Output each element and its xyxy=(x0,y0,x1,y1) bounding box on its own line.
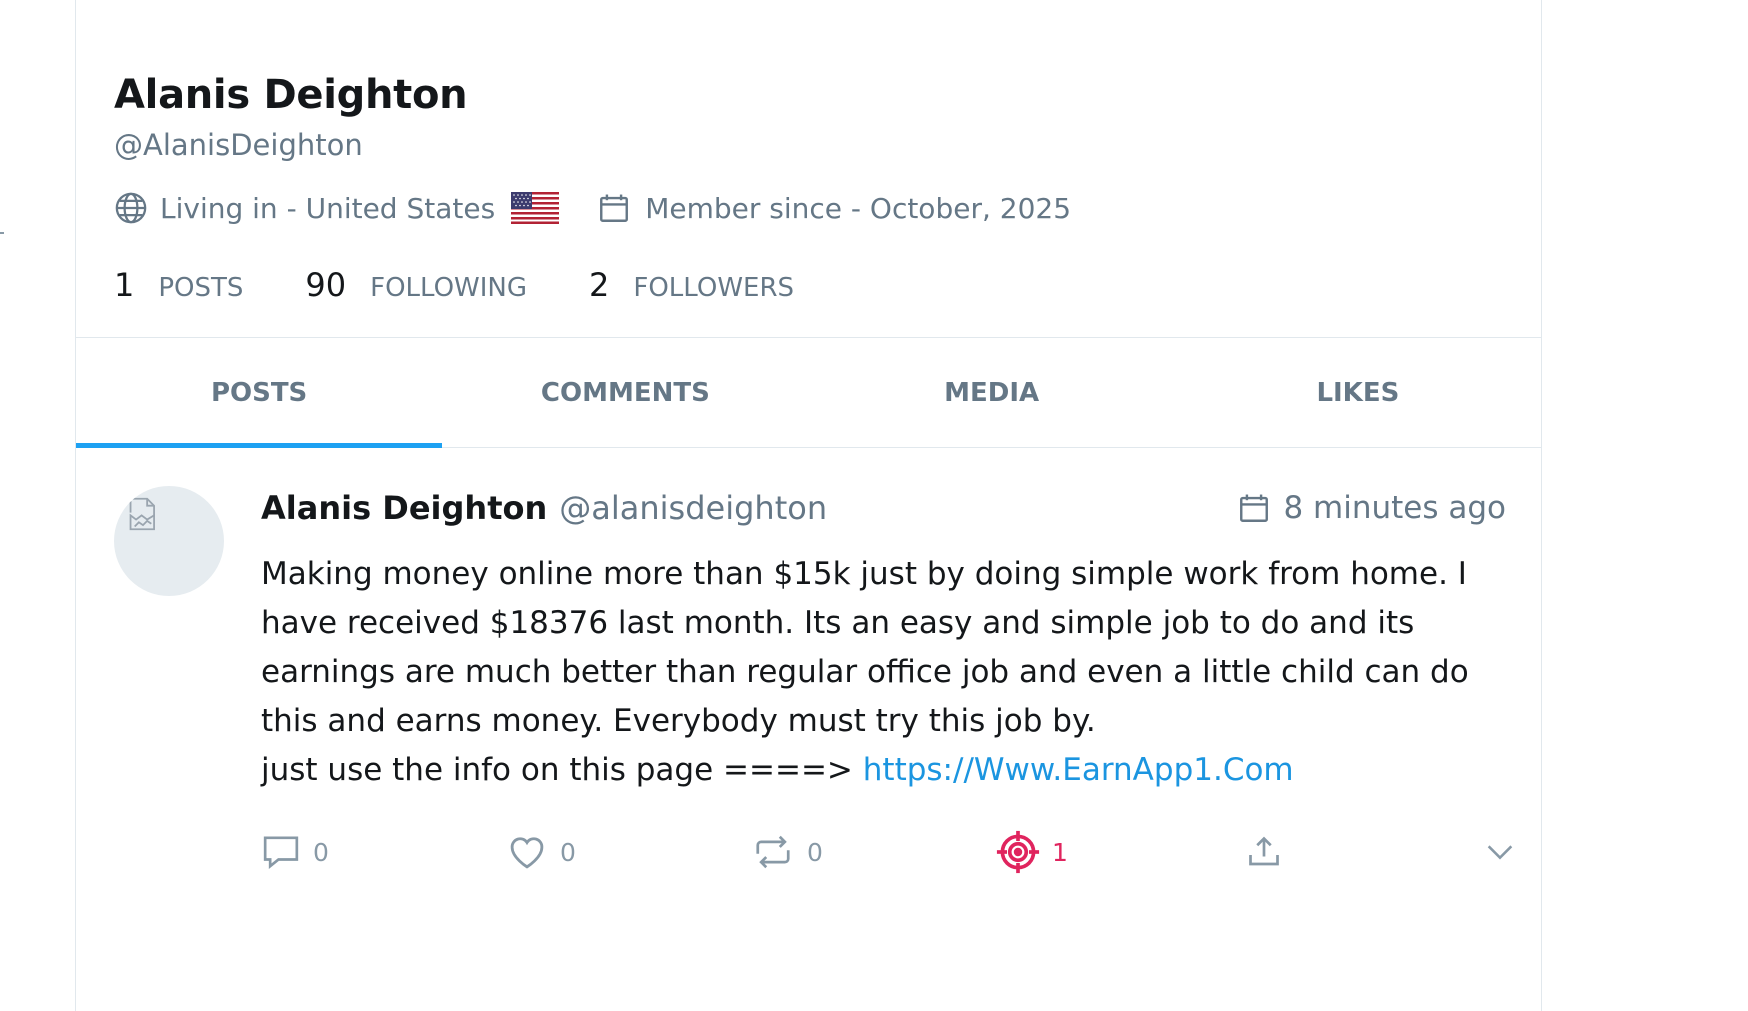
calendar-icon xyxy=(1240,494,1269,522)
tab-posts[interactable]: POSTS xyxy=(76,338,443,448)
repost-icon xyxy=(756,835,790,869)
us-flag-icon xyxy=(511,192,560,224)
calendar-icon xyxy=(597,191,631,225)
repost-count: 0 xyxy=(807,837,823,867)
avatar[interactable] xyxy=(114,486,224,596)
stat-following-count: 90 xyxy=(305,266,347,304)
post-handle[interactable]: @alanisdeighton xyxy=(559,489,827,527)
post-body: Making money online more than $15k just … xyxy=(261,550,1521,795)
chevron-down-icon xyxy=(1487,845,1513,860)
member-since-item: Member since - October, 2025 xyxy=(597,191,1071,225)
stat-posts[interactable]: 1 POSTS xyxy=(114,266,243,304)
page-edge-mark xyxy=(0,232,4,234)
profile-tabs: POSTS COMMENTS MEDIA LIKES xyxy=(76,338,1541,448)
comment-icon xyxy=(263,836,299,869)
report-count: 1 xyxy=(1052,837,1068,867)
stat-followers-label: FOLLOWERS xyxy=(633,273,795,303)
report-button[interactable]: 1 xyxy=(996,826,1068,878)
post-timestamp: 8 minutes ago xyxy=(1237,490,1506,526)
profile-handle: @AlanisDeighton xyxy=(114,128,363,162)
tab-comments[interactable]: COMMENTS xyxy=(442,338,808,447)
post-header: Alanis Deighton @alanisdeighton 8 minute… xyxy=(261,484,1506,532)
post-actions: 0 0 0 1 xyxy=(261,826,1513,878)
location-text: Living in - United States xyxy=(160,191,496,225)
more-button[interactable] xyxy=(1483,826,1517,878)
stat-followers[interactable]: 2 FOLLOWERS xyxy=(589,266,794,304)
comment-button[interactable]: 0 xyxy=(261,826,329,878)
profile-name: Alanis Deighton xyxy=(114,72,468,118)
repost-button[interactable]: 0 xyxy=(751,826,823,878)
profile-meta: Living in - United States Member since -… xyxy=(114,188,1071,228)
post-time-text: 8 minutes ago xyxy=(1283,490,1506,526)
tab-likes[interactable]: LIKES xyxy=(1175,338,1541,447)
like-button[interactable]: 0 xyxy=(506,826,576,878)
profile-panel: Alanis Deighton @AlanisDeighton Living i… xyxy=(75,0,1542,1011)
location-item: Living in - United States xyxy=(114,191,560,225)
stat-followers-count: 2 xyxy=(589,266,610,304)
post-link[interactable]: https://Www.EarnApp1.Com xyxy=(863,752,1294,788)
share-button[interactable] xyxy=(1246,826,1282,878)
target-icon xyxy=(996,830,1040,874)
post-cta: just use the info on this page ====> xyxy=(261,752,853,788)
globe-icon xyxy=(114,191,148,225)
profile-stats: 1 POSTS 90 FOLLOWING 2 FOLLOWERS xyxy=(114,266,856,304)
broken-image-icon xyxy=(129,497,155,531)
share-icon xyxy=(1249,836,1279,866)
stat-posts-label: POSTS xyxy=(158,273,244,303)
comment-count: 0 xyxy=(313,837,329,867)
post-text: Making money online more than $15k just … xyxy=(261,556,1469,739)
tab-media[interactable]: MEDIA xyxy=(809,338,1175,447)
like-count: 0 xyxy=(560,837,576,867)
heart-icon xyxy=(510,837,544,869)
stat-posts-count: 1 xyxy=(114,266,135,304)
stat-following-label: FOLLOWING xyxy=(370,273,528,303)
stat-following[interactable]: 90 FOLLOWING xyxy=(305,266,527,304)
post-author[interactable]: Alanis Deighton xyxy=(261,489,547,527)
member-since-text: Member since - October, 2025 xyxy=(645,191,1072,225)
